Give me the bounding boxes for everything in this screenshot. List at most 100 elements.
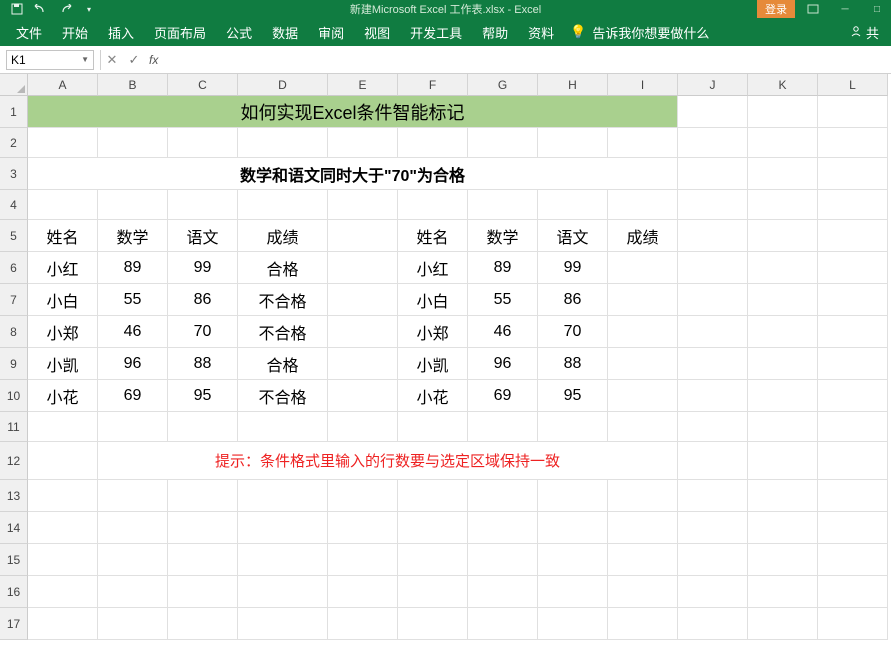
cell-C6[interactable]: 99 xyxy=(168,252,238,284)
cell-E8[interactable] xyxy=(328,316,398,348)
cell-E6[interactable] xyxy=(328,252,398,284)
cell-G8[interactable]: 46 xyxy=(468,316,538,348)
cell-K15[interactable] xyxy=(748,544,818,576)
col-header-K[interactable]: K xyxy=(748,74,818,96)
cell-I10[interactable] xyxy=(608,380,678,412)
cell-C9[interactable]: 88 xyxy=(168,348,238,380)
cell-K11[interactable] xyxy=(748,412,818,442)
ribbon-tab-10[interactable]: 资料 xyxy=(518,18,564,46)
cell-H5[interactable]: 语文 xyxy=(538,220,608,252)
select-all-corner[interactable] xyxy=(0,74,28,96)
cell-H6[interactable]: 99 xyxy=(538,252,608,284)
row-header-16[interactable]: 16 xyxy=(0,576,28,608)
cell-D5[interactable]: 成绩 xyxy=(238,220,328,252)
cell-L4[interactable] xyxy=(818,190,888,220)
minimize-icon[interactable]: ─ xyxy=(831,0,859,18)
cell-G13[interactable] xyxy=(468,480,538,512)
cell-C17[interactable] xyxy=(168,608,238,640)
cell-L10[interactable] xyxy=(818,380,888,412)
col-header-C[interactable]: C xyxy=(168,74,238,96)
cell-K9[interactable] xyxy=(748,348,818,380)
row-header-17[interactable]: 17 xyxy=(0,608,28,640)
row-header-2[interactable]: 2 xyxy=(0,128,28,158)
cell-D15[interactable] xyxy=(238,544,328,576)
cell-I11[interactable] xyxy=(608,412,678,442)
cell-A16[interactable] xyxy=(28,576,98,608)
cell-A8[interactable]: 小郑 xyxy=(28,316,98,348)
cell-A13[interactable] xyxy=(28,480,98,512)
cell-G11[interactable] xyxy=(468,412,538,442)
cell-I5[interactable]: 成绩 xyxy=(608,220,678,252)
cell-F5[interactable]: 姓名 xyxy=(398,220,468,252)
cell-D2[interactable] xyxy=(238,128,328,158)
cell-C4[interactable] xyxy=(168,190,238,220)
cell-L8[interactable] xyxy=(818,316,888,348)
cell-E13[interactable] xyxy=(328,480,398,512)
cell-F2[interactable] xyxy=(398,128,468,158)
cell-L11[interactable] xyxy=(818,412,888,442)
cell-D13[interactable] xyxy=(238,480,328,512)
ribbon-display-icon[interactable] xyxy=(799,0,827,18)
cancel-icon[interactable]: ✕ xyxy=(101,52,123,68)
cell-F16[interactable] xyxy=(398,576,468,608)
cell-I15[interactable] xyxy=(608,544,678,576)
cell-A5[interactable]: 姓名 xyxy=(28,220,98,252)
cell-E15[interactable] xyxy=(328,544,398,576)
ribbon-tab-9[interactable]: 帮助 xyxy=(472,18,518,46)
cell-H15[interactable] xyxy=(538,544,608,576)
save-icon[interactable] xyxy=(10,2,24,16)
cell-L16[interactable] xyxy=(818,576,888,608)
cell-F17[interactable] xyxy=(398,608,468,640)
cell-H14[interactable] xyxy=(538,512,608,544)
cell-F15[interactable] xyxy=(398,544,468,576)
cell-L5[interactable] xyxy=(818,220,888,252)
cell-F11[interactable] xyxy=(398,412,468,442)
cell-F7[interactable]: 小白 xyxy=(398,284,468,316)
col-header-I[interactable]: I xyxy=(608,74,678,96)
cell-K14[interactable] xyxy=(748,512,818,544)
cell-J14[interactable] xyxy=(678,512,748,544)
cell-H7[interactable]: 86 xyxy=(538,284,608,316)
cell-F14[interactable] xyxy=(398,512,468,544)
cell-C7[interactable]: 86 xyxy=(168,284,238,316)
cell-H8[interactable]: 70 xyxy=(538,316,608,348)
cell-G10[interactable]: 69 xyxy=(468,380,538,412)
cell-K6[interactable] xyxy=(748,252,818,284)
maximize-icon[interactable]: □ xyxy=(863,0,891,18)
cell-J5[interactable] xyxy=(678,220,748,252)
row-header-3[interactable]: 3 xyxy=(0,158,28,190)
cell-K7[interactable] xyxy=(748,284,818,316)
cell-K12[interactable] xyxy=(748,442,818,480)
ribbon-tab-7[interactable]: 视图 xyxy=(354,18,400,46)
row-header-7[interactable]: 7 xyxy=(0,284,28,316)
fx-icon[interactable]: fx xyxy=(145,53,162,67)
ribbon-tab-8[interactable]: 开发工具 xyxy=(400,18,472,46)
cell-K10[interactable] xyxy=(748,380,818,412)
cell-G6[interactable]: 89 xyxy=(468,252,538,284)
cell-D7[interactable]: 不合格 xyxy=(238,284,328,316)
col-header-H[interactable]: H xyxy=(538,74,608,96)
cell-H2[interactable] xyxy=(538,128,608,158)
cell-K4[interactable] xyxy=(748,190,818,220)
col-header-J[interactable]: J xyxy=(678,74,748,96)
cell-A17[interactable] xyxy=(28,608,98,640)
cell-B12[interactable]: 提示：条件格式里输入的行数要与选定区域保持一致 xyxy=(98,442,678,480)
cell-C2[interactable] xyxy=(168,128,238,158)
cell-D6[interactable]: 合格 xyxy=(238,252,328,284)
ribbon-tab-3[interactable]: 页面布局 xyxy=(144,18,216,46)
cell-L2[interactable] xyxy=(818,128,888,158)
cell-J8[interactable] xyxy=(678,316,748,348)
cell-J17[interactable] xyxy=(678,608,748,640)
cell-K8[interactable] xyxy=(748,316,818,348)
cell-J2[interactable] xyxy=(678,128,748,158)
row-header-11[interactable]: 11 xyxy=(0,412,28,442)
cell-I16[interactable] xyxy=(608,576,678,608)
cell-A6[interactable]: 小红 xyxy=(28,252,98,284)
col-header-L[interactable]: L xyxy=(818,74,888,96)
cell-D14[interactable] xyxy=(238,512,328,544)
cell-H17[interactable] xyxy=(538,608,608,640)
cell-J11[interactable] xyxy=(678,412,748,442)
cell-E11[interactable] xyxy=(328,412,398,442)
cell-G5[interactable]: 数学 xyxy=(468,220,538,252)
cell-L7[interactable] xyxy=(818,284,888,316)
